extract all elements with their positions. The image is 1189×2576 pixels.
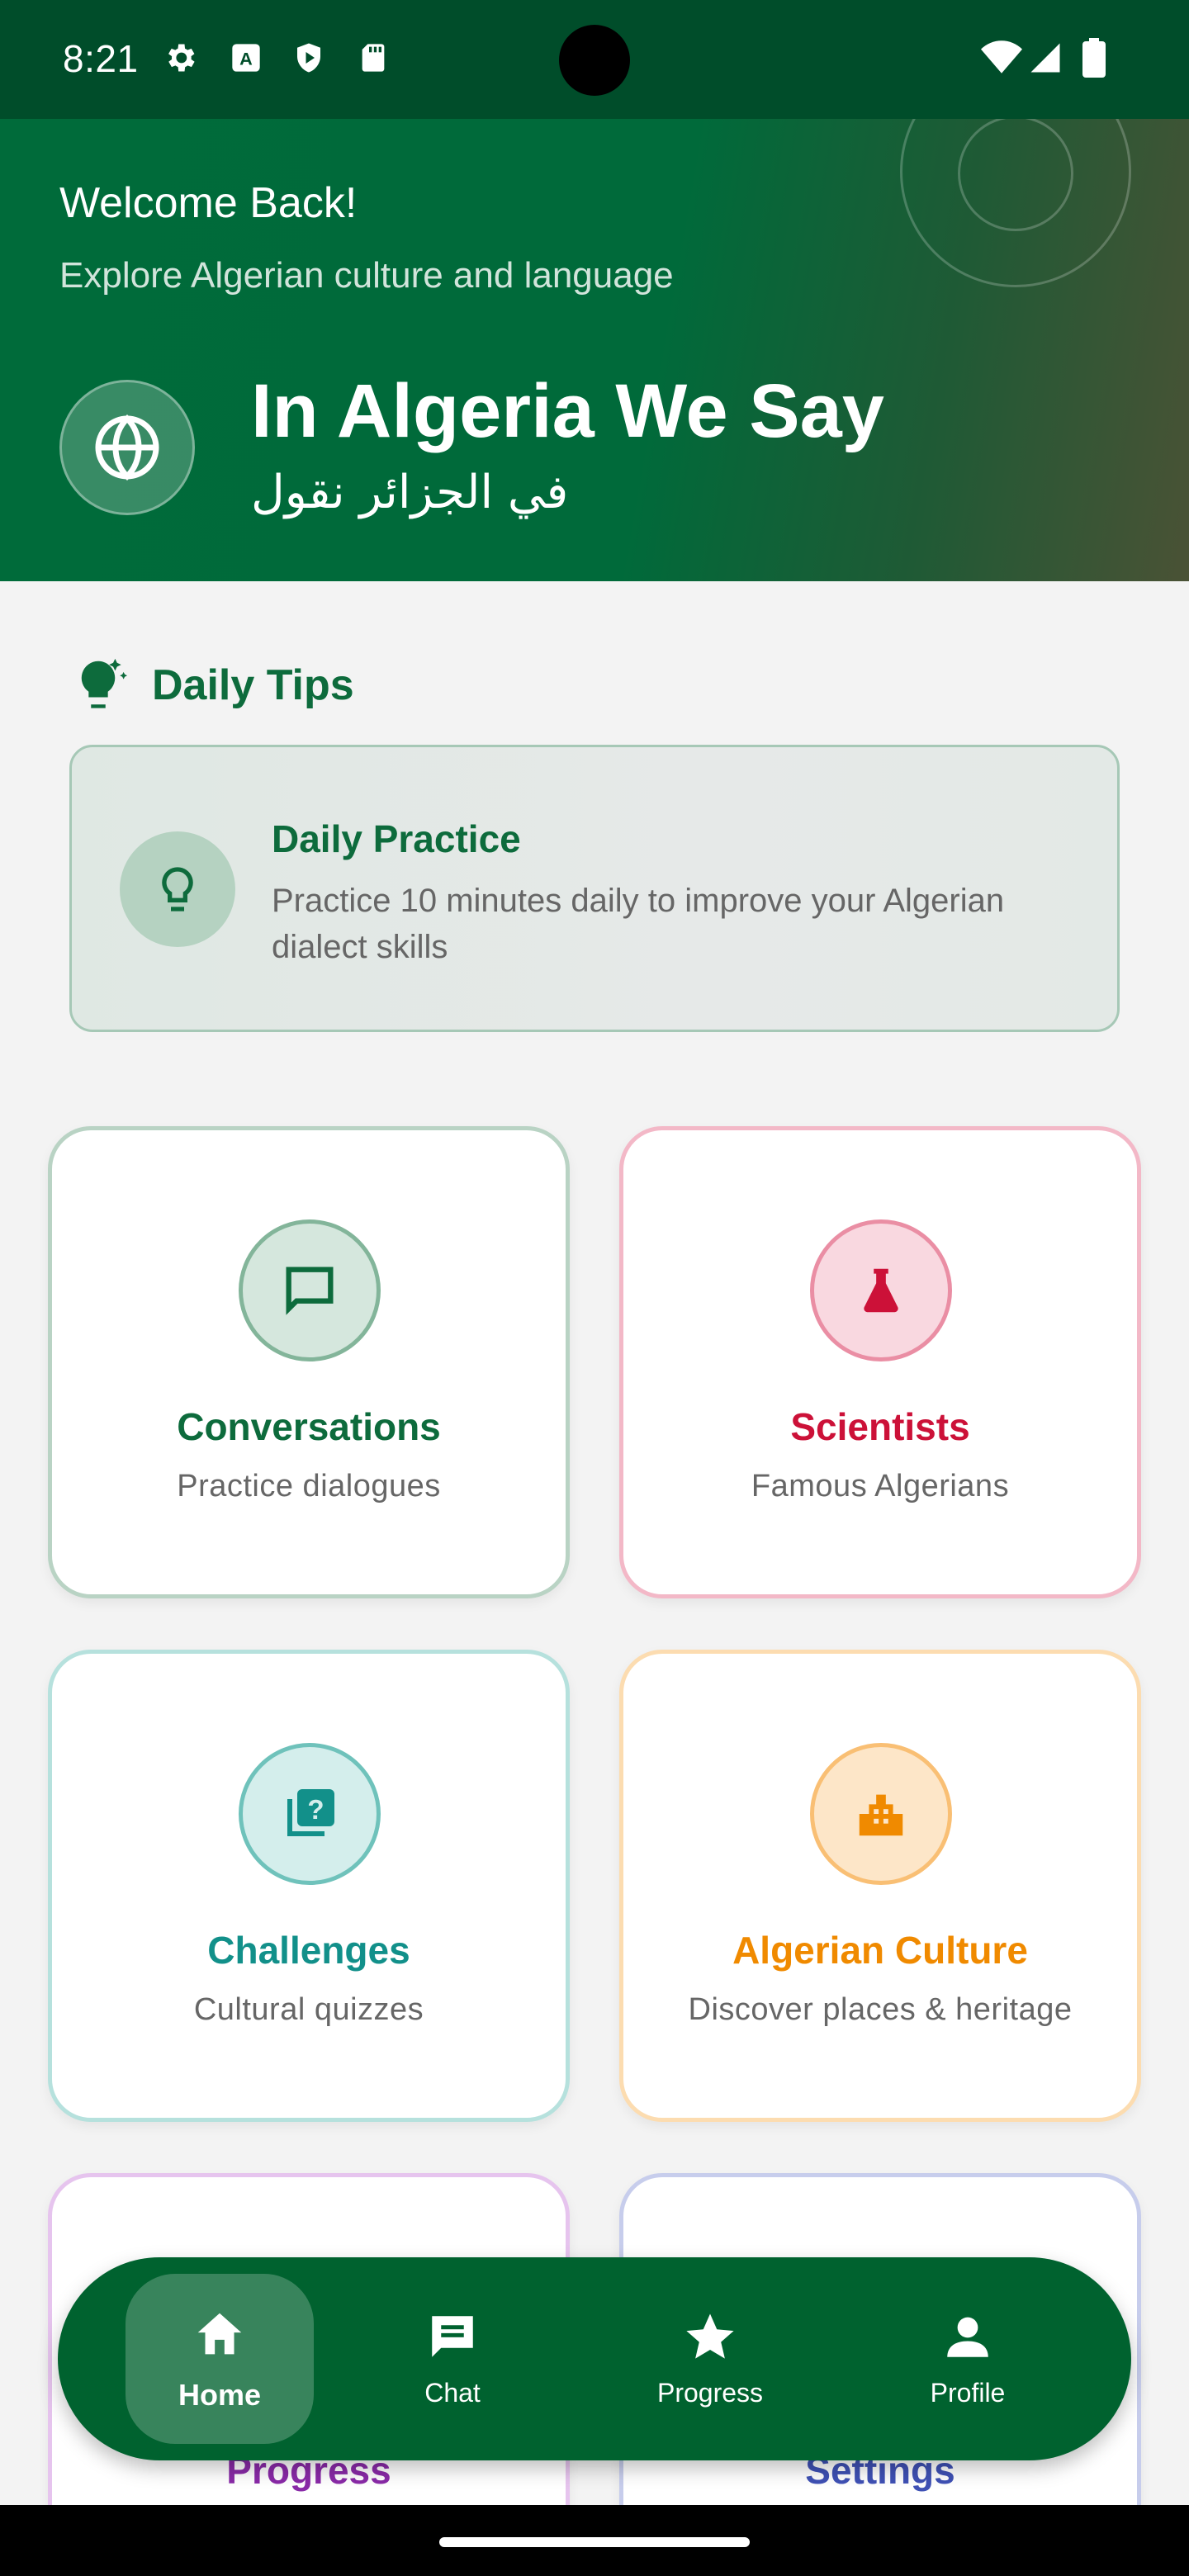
globe-icon (59, 380, 195, 515)
nav-home-label: Home (178, 2377, 262, 2412)
bottom-navigation: Home Chat Progress Profile (58, 2257, 1131, 2460)
quiz-icon: ? (239, 1743, 381, 1885)
conversations-card[interactable]: Conversations Practice dialogues (48, 1126, 570, 1598)
signal-icon (1027, 40, 1063, 76)
card-title: Scientists (790, 1405, 970, 1448)
nav-home[interactable]: Home (126, 2257, 314, 2460)
svg-text:?: ? (307, 1794, 324, 1825)
city-icon (810, 1743, 952, 1885)
app-title-arabic: في الجزائر نقول (251, 466, 569, 519)
camera-cutout (559, 25, 630, 96)
card-title: Challenges (207, 1929, 410, 1972)
nav-profile-label: Profile (930, 2378, 1006, 2408)
wifi-icon (981, 40, 1022, 76)
chat-icon (425, 2309, 480, 2368)
daily-tip-card[interactable]: Daily Practice Practice 10 minutes daily… (69, 745, 1120, 1032)
status-time: 8:21 (63, 37, 139, 80)
algerian-culture-card[interactable]: Algerian Culture Discover places & herit… (619, 1650, 1141, 2122)
welcome-header: Welcome Back! Explore Algerian culture a… (0, 119, 1189, 581)
nav-progress[interactable]: Progress (629, 2257, 791, 2460)
flask-icon (810, 1219, 952, 1361)
star-icon (683, 2309, 737, 2368)
card-subtitle: Practice dialogues (177, 1469, 441, 1503)
card-subtitle: Cultural quizzes (193, 1992, 424, 2027)
welcome-text: Welcome Back! (59, 179, 358, 227)
battery-icon (1082, 38, 1106, 78)
shield-status-icon (291, 40, 327, 76)
card-subtitle: Discover places & heritage (688, 1992, 1073, 2027)
daily-tips-title: Daily Tips (152, 661, 354, 709)
person-icon (940, 2309, 995, 2368)
home-icon (191, 2306, 249, 2368)
status-bar: 8:21 A (0, 0, 1189, 119)
nav-chat-label: Chat (424, 2378, 481, 2408)
welcome-subtitle: Explore Algerian culture and language (59, 255, 674, 296)
card-subtitle: Famous Algerians (751, 1469, 1010, 1503)
nav-progress-label: Progress (656, 2378, 764, 2408)
nav-profile[interactable]: Profile (903, 2257, 1032, 2460)
svg-text:A: A (239, 48, 253, 69)
tip-text: Practice 10 minutes daily to improve you… (272, 883, 1005, 965)
daily-tips-header: Daily Tips (69, 654, 354, 716)
keyboard-status-icon: A (228, 40, 264, 76)
tip-title: Daily Practice (272, 817, 521, 860)
home-gesture-handle[interactable] (439, 2537, 750, 2547)
nav-chat[interactable]: Chat (388, 2257, 517, 2460)
settings-status-icon (162, 40, 198, 76)
lightbulb-icon (120, 831, 235, 947)
sdcard-status-icon (355, 40, 391, 76)
scientists-card[interactable]: Scientists Famous Algerians (619, 1126, 1141, 1598)
challenges-card[interactable]: ? Challenges Cultural quizzes (48, 1650, 570, 2122)
chat-bubble-icon (239, 1219, 381, 1361)
app-title: In Algeria We Say (251, 369, 884, 453)
tips-lightbulb-icon (69, 654, 127, 716)
decorative-ring-inner (958, 119, 1073, 231)
card-title: Algerian Culture (732, 1929, 1028, 1972)
card-title: Conversations (177, 1405, 441, 1448)
